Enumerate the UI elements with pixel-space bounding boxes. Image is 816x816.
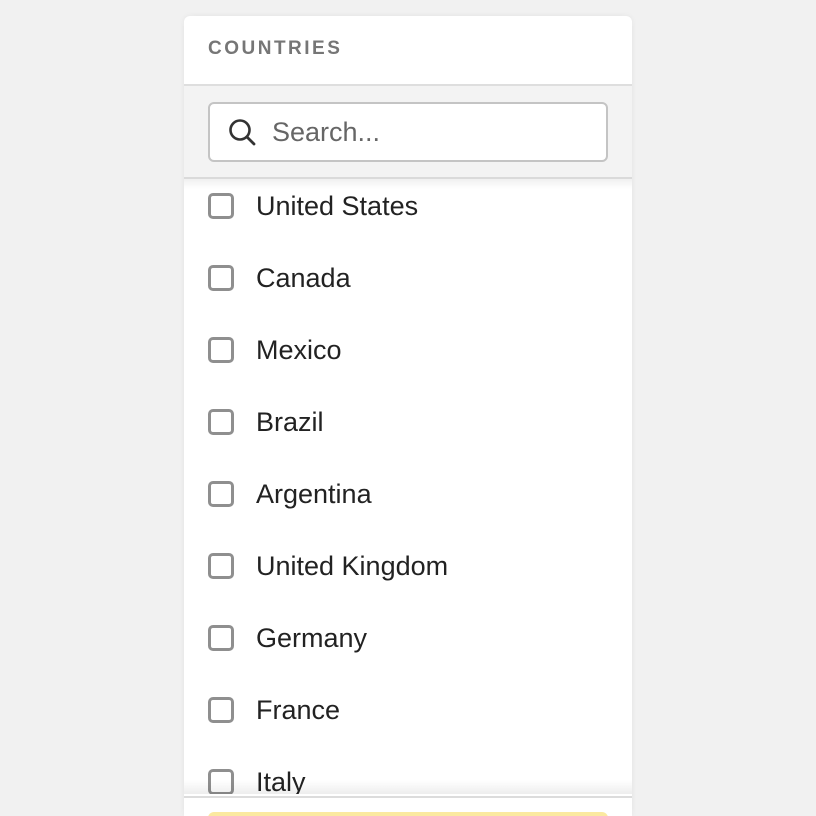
list-item-label: Canada xyxy=(256,262,351,293)
list-item-mexico[interactable]: Mexico xyxy=(208,330,342,370)
footer-action-bar[interactable] xyxy=(208,812,608,816)
search-box[interactable] xyxy=(208,102,608,162)
search-icon xyxy=(226,116,258,148)
list-item-united-kingdom[interactable]: United Kingdom xyxy=(208,546,448,586)
list-item-germany[interactable]: Germany xyxy=(208,618,367,658)
checkbox[interactable] xyxy=(208,769,234,794)
panel-header: COUNTRIES xyxy=(184,16,632,86)
list-item-italy[interactable]: Italy xyxy=(208,762,306,794)
list-item-label: United Kingdom xyxy=(256,550,449,581)
checkbox[interactable] xyxy=(208,265,234,291)
countries-filter-panel: COUNTRIES United States Canada Mexico xyxy=(184,16,632,816)
list-item-label: France xyxy=(256,694,341,725)
search-bar xyxy=(184,86,632,179)
checkbox[interactable] xyxy=(208,193,234,219)
checkbox[interactable] xyxy=(208,481,234,507)
list-item-argentina[interactable]: Argentina xyxy=(208,474,372,514)
checkbox[interactable] xyxy=(208,625,234,651)
checkbox[interactable] xyxy=(208,337,234,363)
country-list: United States Canada Mexico Brazil Argen… xyxy=(184,179,632,794)
panel-footer xyxy=(184,796,632,816)
list-item-canada[interactable]: Canada xyxy=(208,258,351,298)
list-item-label: Germany xyxy=(256,622,368,653)
list-item-label: United States xyxy=(256,190,419,221)
list-item-france[interactable]: France xyxy=(208,690,340,730)
checkbox[interactable] xyxy=(208,409,234,435)
list-item-label: Mexico xyxy=(256,334,342,365)
list-item-label: Brazil xyxy=(256,406,324,437)
search-input[interactable] xyxy=(272,116,572,148)
list-item-label: Italy xyxy=(256,766,306,795)
list-item-brazil[interactable]: Brazil xyxy=(208,402,324,442)
checkbox[interactable] xyxy=(208,697,234,723)
list-item-label: Argentina xyxy=(256,478,372,509)
checkbox[interactable] xyxy=(208,553,234,579)
panel-title: COUNTRIES xyxy=(208,38,343,59)
list-item-united-states[interactable]: United States xyxy=(208,186,418,226)
